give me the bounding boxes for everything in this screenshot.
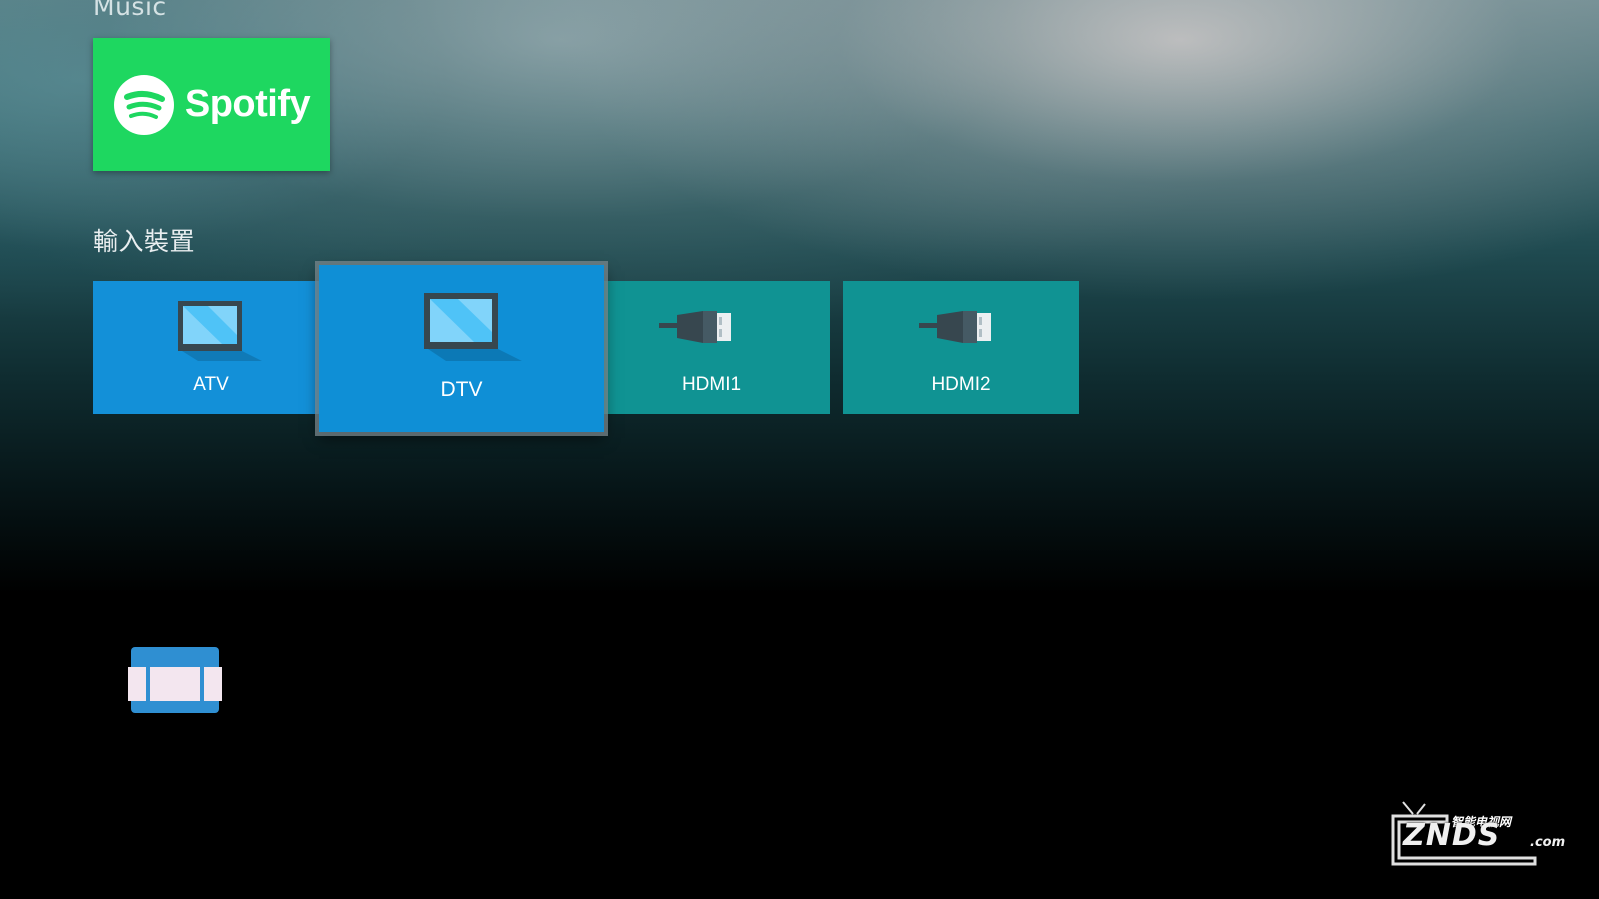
input-devices-section-title: 輸入裝置 bbox=[93, 227, 196, 256]
input-label: DTV bbox=[440, 378, 483, 401]
znds-watermark: 智能电视网 ZNDS .com bbox=[1385, 800, 1565, 876]
spotify-app-tile[interactable]: Spotify bbox=[93, 38, 330, 171]
settings-panel-button[interactable] bbox=[128, 647, 224, 717]
tv-icon bbox=[178, 301, 262, 361]
input-tile-dtv-selected[interactable]: DTV bbox=[315, 261, 608, 436]
input-tile-hdmi1[interactable]: HDMI1 bbox=[593, 281, 830, 414]
spotify-icon bbox=[113, 74, 174, 135]
input-label: HDMI1 bbox=[681, 374, 742, 395]
music-section-title: Music bbox=[93, 0, 167, 21]
spotify-logo: Spotify bbox=[113, 74, 311, 136]
hdmi-cable-icon bbox=[919, 311, 991, 343]
input-label: ATV bbox=[193, 374, 229, 395]
watermark-brand-text: ZNDS bbox=[1403, 818, 1501, 853]
tv-icon bbox=[424, 293, 522, 361]
input-tile-hdmi2[interactable]: HDMI2 bbox=[843, 281, 1079, 414]
input-tile-atv[interactable]: ATV bbox=[93, 281, 329, 414]
input-label: HDMI2 bbox=[931, 374, 991, 395]
settings-panel-icon bbox=[128, 647, 222, 713]
watermark-domain-text: .com bbox=[1530, 835, 1566, 850]
spotify-wordmark: Spotify bbox=[184, 83, 311, 125]
hdmi-cable-icon bbox=[659, 311, 731, 343]
